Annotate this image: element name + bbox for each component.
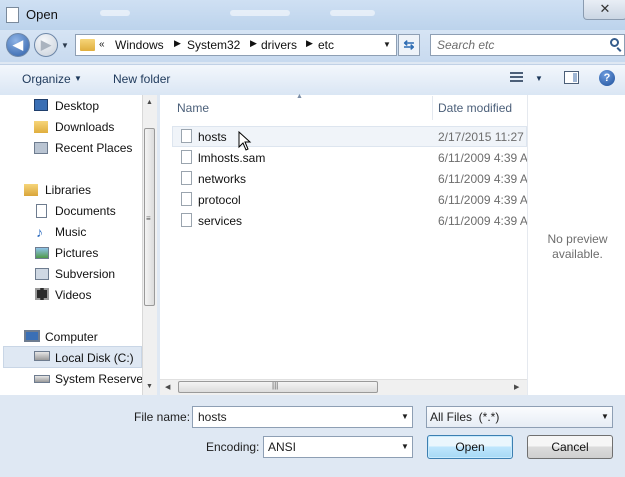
sidebar-item-desktop[interactable]: Desktop [55,99,99,113]
encoding-dropdown-icon[interactable]: ▼ [401,442,409,451]
preview-pane-icon[interactable] [564,71,579,84]
window-title: Open [26,7,58,22]
command-bar [0,64,625,96]
scroll-down-icon[interactable]: ▼ [146,383,153,390]
views-dropdown-icon[interactable]: ▼ [535,74,543,83]
encoding-label: Encoding: [206,440,260,454]
recent-places-icon [34,142,48,154]
file-type-value[interactable]: All Files (*.*) [430,410,499,424]
file-icon [181,129,192,143]
breadcrumb-etc[interactable]: etc [318,38,334,52]
search-icon[interactable] [610,38,619,47]
grip-icon: ||| [272,381,279,390]
breadcrumb-drivers[interactable]: drivers [261,38,297,52]
sidebar-item-music[interactable]: Music [55,225,86,239]
file-name[interactable]: networks [198,172,246,186]
recent-locations-dropdown-icon[interactable]: ▼ [61,41,69,50]
music-icon: ♪ [36,224,43,240]
breadcrumb-separator-icon[interactable]: ▶ [306,38,313,49]
file-icon [181,150,192,164]
sidebar-item-local-disk[interactable]: Local Disk (C:) [55,351,134,365]
open-button[interactable]: Open [427,435,513,459]
computer-icon [24,330,40,342]
cancel-button[interactable]: Cancel [527,435,613,459]
file-type-dropdown-icon[interactable]: ▼ [601,412,609,421]
file-name[interactable]: hosts [198,130,227,144]
file-name[interactable]: services [198,214,242,228]
file-date: 6/11/2009 4:39 AM [438,214,527,228]
local-disk-icon [34,351,50,361]
breadcrumb-separator-icon[interactable]: ▶ [250,38,257,49]
videos-icon [35,288,49,300]
breadcrumb-separator-icon[interactable]: ▶ [174,38,181,49]
new-folder-button[interactable]: New folder [113,72,170,86]
file-name-label: File name: [134,410,191,424]
preview-line-2: available. [552,247,603,261]
scroll-up-icon[interactable]: ▲ [146,99,153,106]
refresh-button[interactable]: ⇆ [398,34,420,56]
file-date: 2/17/2015 11:27 PM [438,130,527,144]
chevron-down-icon[interactable]: ▼ [74,74,82,83]
folder-icon [80,39,95,51]
forward-button[interactable]: ▶ [34,33,58,57]
scroll-right-icon[interactable]: ▶ [514,383,519,391]
sort-ascending-icon: ▲ [296,93,303,100]
sidebar-item-pictures[interactable]: Pictures [55,246,98,260]
file-date: 6/11/2009 4:39 AM [438,172,527,186]
breadcrumb-system32[interactable]: System32 [187,38,240,52]
subversion-icon [35,268,49,280]
file-icon [181,213,192,227]
libraries-icon [24,184,38,196]
documents-icon [36,204,47,218]
title-bar [0,0,625,30]
help-icon[interactable]: ? [599,70,615,86]
file-name[interactable]: lmhosts.sam [198,151,265,165]
notepad-icon [6,7,19,23]
close-button[interactable]: ✕ [583,0,625,20]
column-header-name[interactable]: Name [177,101,209,115]
file-name[interactable]: protocol [198,193,241,207]
file-icon [181,192,192,206]
back-button[interactable]: ◀ [6,33,30,57]
column-divider[interactable] [432,96,433,120]
sidebar-item-computer[interactable]: Computer [45,330,98,344]
change-view-icon[interactable] [510,72,523,83]
file-name-dropdown-icon[interactable]: ▼ [401,412,409,421]
search-placeholder: Search etc [437,38,495,52]
breadcrumb-windows[interactable]: Windows [115,38,164,52]
column-header-date-modified[interactable]: Date modified [438,101,512,115]
breadcrumb-overflow[interactable]: « [99,39,105,50]
sidebar-item-downloads[interactable]: Downloads [55,120,114,134]
file-icon [181,171,192,185]
encoding-value[interactable]: ANSI [268,440,296,454]
file-date: 6/11/2009 4:39 AM [438,151,527,165]
sidebar-item-recent-places[interactable]: Recent Places [55,141,132,155]
sidebar-item-documents[interactable]: Documents [55,204,116,218]
organize-button[interactable]: Organize [22,72,71,86]
sidebar-item-libraries[interactable]: Libraries [45,183,91,197]
preview-line-1: No preview [547,232,608,246]
grip-icon: ≡ [146,214,151,223]
sidebar-item-subversion[interactable]: Subversion [55,267,115,281]
file-name-value[interactable]: hosts [198,410,227,424]
file-date: 6/11/2009 4:39 AM [438,193,527,207]
pictures-icon [35,247,49,259]
downloads-icon [34,121,48,133]
address-dropdown-icon[interactable]: ▼ [383,40,391,49]
mouse-cursor-icon [238,131,252,151]
system-reserved-icon [34,375,50,383]
sidebar-item-videos[interactable]: Videos [55,288,91,302]
sidebar-item-system-reserved[interactable]: System Reserved [55,372,142,386]
preview-message: No preview available. [530,232,625,262]
scroll-left-icon[interactable]: ◀ [165,383,170,391]
desktop-icon [34,99,48,111]
